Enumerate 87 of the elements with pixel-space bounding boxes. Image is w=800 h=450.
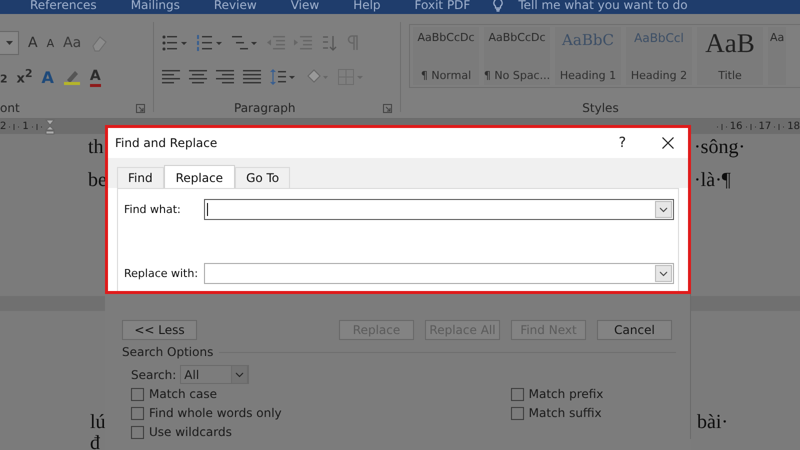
- document-text: bài·: [697, 411, 728, 434]
- decrease-indent-icon[interactable]: [267, 35, 285, 51]
- text-cursor: [207, 203, 208, 216]
- dialog-tab[interactable]: Find: [117, 167, 164, 188]
- checkbox-label: Match prefix: [528, 387, 604, 401]
- font-tool-button[interactable]: Aa: [63, 35, 82, 51]
- ruler-number: 16: [730, 121, 743, 132]
- ruler-number: 1: [22, 121, 29, 132]
- search-dropdown[interactable]: All: [180, 365, 250, 384]
- ruler-ticks-icon: [773, 124, 786, 130]
- dialog-button[interactable]: Cancel: [597, 320, 672, 340]
- ribbon-tab[interactable]: References: [30, 0, 97, 12]
- caret-icon: [6, 41, 12, 45]
- ruler-number: 2: [0, 121, 6, 132]
- ribbon-tab[interactable]: Help: [353, 0, 381, 12]
- dropdown-icon[interactable]: [231, 365, 248, 384]
- align-icon[interactable]: [162, 70, 180, 84]
- dialog-launcher-icon[interactable]: [136, 104, 145, 112]
- font-tool-button[interactable]: A: [41, 68, 54, 86]
- font-tool-button[interactable]: A: [28, 35, 38, 51]
- dialog-launcher-icon[interactable]: [383, 104, 392, 112]
- document-text: đ: [90, 432, 100, 450]
- checkbox-label: Find whole words only: [149, 406, 282, 420]
- document-text: lú: [90, 411, 106, 434]
- checkbox-label: Use wildcards: [149, 425, 232, 439]
- document-text: ·sông·: [694, 136, 746, 159]
- combo-field[interactable]: [204, 263, 674, 284]
- font-tool-button[interactable]: A: [90, 68, 101, 86]
- field-label: Replace with:: [124, 267, 200, 280]
- numbered-list-icon[interactable]: [197, 35, 223, 51]
- close-icon[interactable]: [662, 137, 674, 149]
- group-label: ont: [0, 101, 20, 115]
- ruler-ticks-icon: [716, 124, 728, 130]
- align-icon[interactable]: [243, 70, 261, 84]
- dropdown-icon[interactable]: [655, 201, 672, 218]
- ruler-ticks-icon: [8, 124, 20, 130]
- ruler-number: 17: [758, 121, 772, 132]
- style-item[interactable]: AaB Title: [697, 27, 763, 85]
- dialog-title: Find and Replace: [115, 136, 218, 150]
- checkbox[interactable]: [510, 388, 524, 400]
- dropdown-icon[interactable]: [655, 265, 672, 282]
- dialog-tab[interactable]: Go To: [235, 167, 290, 188]
- font-size-dropdown[interactable]: [0, 31, 19, 55]
- align-icon[interactable]: [216, 70, 234, 84]
- ruler-ticks-icon: [744, 124, 757, 130]
- ribbon-tab[interactable]: Foxit PDF: [414, 0, 470, 12]
- checkbox-label: Match case: [149, 387, 218, 401]
- ribbon-tab[interactable]: Mailings: [130, 0, 180, 12]
- checkbox[interactable]: [510, 406, 524, 420]
- align-icon[interactable]: [189, 70, 207, 84]
- field-label: Search:: [131, 368, 176, 382]
- multilevel-list-icon[interactable]: [232, 35, 258, 51]
- style-item[interactable]: AaBbCcDc ¶ No Spac...: [484, 27, 550, 85]
- ruler-number: 18: [787, 121, 800, 132]
- increase-indent-icon[interactable]: [294, 35, 312, 51]
- document-text: th: [88, 136, 104, 159]
- line-spacing-icon[interactable]: [270, 69, 296, 85]
- highlighter-icon: [62, 68, 81, 86]
- ruler-ticks-icon: [30, 124, 43, 130]
- indent-marker-icon[interactable]: [44, 118, 55, 134]
- style-item[interactable]: AaBbCcl Heading 2: [626, 27, 692, 85]
- checkbox[interactable]: [131, 388, 144, 400]
- checkbox-label: Match suffix: [528, 406, 602, 420]
- ribbon-tab[interactable]: Review: [214, 0, 257, 12]
- help-button[interactable]: ?: [618, 135, 626, 151]
- dialog-button[interactable]: << Less: [122, 320, 197, 340]
- sort-icon[interactable]: [321, 35, 337, 51]
- checkbox[interactable]: [131, 426, 144, 438]
- style-item[interactable]: AaBbCcDc ¶ Normal: [413, 27, 479, 85]
- group-label: Paragraph: [234, 101, 296, 115]
- lightbulb-icon: [492, 0, 504, 12]
- combo-field[interactable]: [204, 199, 674, 220]
- style-item[interactable]: AaBbC Heading 1: [555, 27, 621, 85]
- style-item[interactable]: Aa: [768, 27, 786, 85]
- font-tool-button[interactable]: A: [46, 36, 54, 50]
- bullet-list-icon[interactable]: [162, 35, 188, 51]
- ribbon-tab[interactable]: View: [290, 0, 320, 12]
- document-text: ·là·¶: [694, 169, 731, 192]
- tell-me-search[interactable]: Tell me what you want to do: [518, 0, 688, 12]
- pilcrow-icon[interactable]: [346, 35, 358, 51]
- section-title: Search Options: [122, 345, 214, 359]
- group-label: Styles: [582, 101, 619, 115]
- font-tool-button[interactable]: 2: [0, 68, 8, 86]
- checkbox[interactable]: [131, 406, 144, 420]
- font-tool-button[interactable]: x$^{2}$: [16, 67, 32, 87]
- dialog-tab[interactable]: Replace: [164, 165, 236, 188]
- field-label: Find what:: [124, 203, 182, 216]
